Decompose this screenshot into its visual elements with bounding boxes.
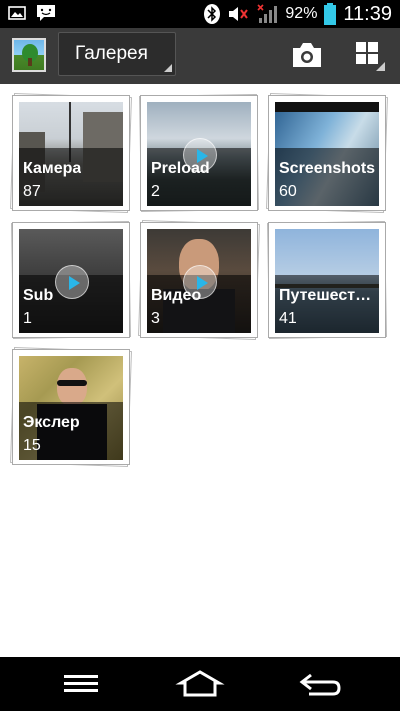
- album-count: 87: [23, 183, 41, 200]
- album-thumbnail: Видео 3: [147, 229, 251, 333]
- notification-area: [8, 4, 56, 22]
- album-tile[interactable]: Видео 3: [138, 219, 260, 341]
- album-selector-label: Галерея: [75, 43, 148, 64]
- camera-icon: [293, 43, 321, 67]
- album-tile[interactable]: Экслер 15: [10, 346, 132, 468]
- navigation-bar: [0, 657, 400, 711]
- album-count: 15: [23, 437, 41, 454]
- album-frame: Экслер 15: [12, 349, 130, 465]
- view-mode-button[interactable]: [352, 38, 386, 72]
- back-button[interactable]: [295, 669, 345, 699]
- thumb-sunglasses: [57, 380, 87, 386]
- battery-icon: [323, 3, 337, 25]
- album-count: 3: [151, 310, 160, 327]
- album-frame: Screenshots 60: [268, 95, 386, 211]
- album-frame: Sub 1: [12, 222, 130, 338]
- album-frame: Видео 3: [140, 222, 258, 338]
- album-tile[interactable]: Камера 87: [10, 92, 132, 214]
- signal-icon: [257, 4, 279, 24]
- album-name: Preload: [151, 160, 210, 177]
- gallery-app-icon[interactable]: [12, 38, 46, 72]
- album-thumbnail: Экслер 15: [19, 356, 123, 460]
- status-bar: 92% 11:39: [0, 0, 400, 28]
- sound-muted-icon: [227, 4, 251, 24]
- menu-button[interactable]: [56, 669, 106, 699]
- home-button[interactable]: [175, 669, 225, 699]
- menu-icon: [64, 675, 98, 692]
- dropdown-corner-icon: [164, 64, 172, 72]
- album-name: Screenshots: [279, 160, 376, 177]
- album-thumbnail: Screenshots 60: [275, 102, 379, 206]
- thumb-face: [57, 368, 87, 406]
- album-name: Экслер: [23, 414, 80, 431]
- album-name: Sub: [23, 287, 54, 304]
- play-icon: [55, 265, 89, 299]
- album-count: 2: [151, 183, 160, 200]
- album-tile[interactable]: Sub 1: [10, 220, 132, 340]
- camera-button[interactable]: [290, 40, 324, 70]
- album-count: 1: [23, 310, 32, 327]
- gallery-notification-icon: [8, 4, 26, 22]
- tree-trunk-graphic: [28, 58, 32, 66]
- album-thumbnail: Камера 87: [19, 102, 123, 206]
- album-name: Камера: [23, 160, 82, 177]
- album-thumbnail: Sub 1: [19, 229, 123, 333]
- album-count: 60: [279, 183, 297, 200]
- battery-percent: 92%: [285, 5, 318, 22]
- album-name: Видео: [151, 287, 202, 304]
- album-name: Путешествия: [279, 287, 379, 304]
- bluetooth-icon: [203, 3, 221, 25]
- album-tile[interactable]: Preload 2: [138, 93, 260, 213]
- clock: 11:39: [343, 2, 392, 25]
- back-icon: [299, 673, 341, 696]
- album-tile[interactable]: Путешествия 41: [266, 220, 388, 340]
- thumb-statusbar: [275, 102, 379, 112]
- grid-view-icon: [356, 42, 385, 71]
- album-thumbnail: Путешествия 41: [275, 229, 379, 333]
- message-notification-icon: [36, 4, 56, 22]
- album-selector-dropdown[interactable]: Галерея: [58, 32, 176, 76]
- album-thumbnail: Preload 2: [147, 102, 251, 206]
- album-frame: Preload 2: [140, 95, 258, 211]
- system-status-area: 92% 11:39: [203, 2, 392, 26]
- album-count: 41: [279, 310, 297, 327]
- home-icon: [175, 670, 225, 697]
- album-tile[interactable]: Screenshots 60: [266, 92, 388, 214]
- album-frame: Камера 87: [12, 95, 130, 211]
- action-bar: Галерея: [0, 28, 400, 84]
- album-frame: Путешествия 41: [268, 222, 386, 338]
